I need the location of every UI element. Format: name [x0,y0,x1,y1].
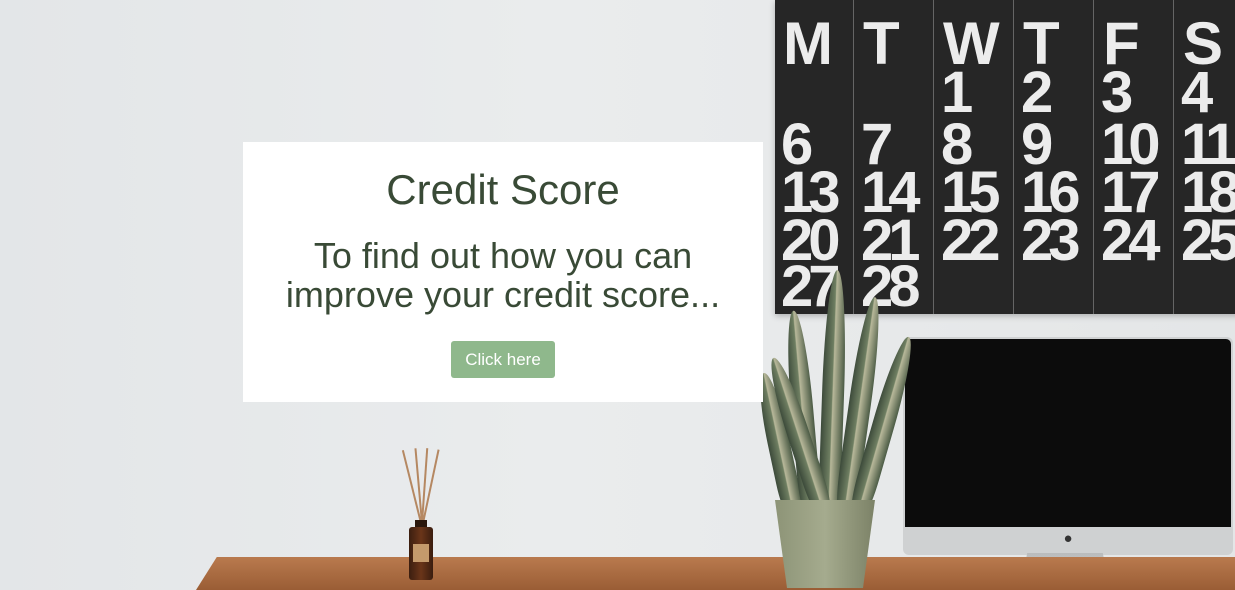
calendar-poster: M 6 13 20 27 T 7 14 21 28 W 1 8 15 22 T … [775,0,1235,316]
calendar-column-wednesday: W 1 8 15 22 [935,0,1014,314]
calendar-day-label: M [783,10,833,77]
plant-pot [775,500,875,588]
desktop-monitor: ● [903,337,1233,555]
calendar-column-friday: F 3 10 17 24 [1095,0,1174,314]
diffuser-label [413,544,429,562]
calendar-day-label: T [863,10,900,77]
monitor-screen [905,339,1231,527]
calendar-date: 27 [781,254,841,319]
card-title: Credit Score [386,166,620,213]
click-here-button[interactable]: Click here [451,341,555,378]
diffuser-bottle [409,527,433,580]
calendar-column-monday: M 6 13 20 27 [775,0,854,316]
calendar-column-thursday: T 2 9 16 23 [1015,0,1094,314]
calendar-date: 1 [941,60,973,125]
calendar-column-tuesday: T 7 14 21 28 [855,0,934,316]
wooden-desk [196,557,1235,590]
calendar-date: 28 [861,254,921,319]
card-subtitle: To find out how you can improve your cre… [285,235,721,315]
calendar-date: 23 [1021,208,1081,273]
apple-logo-icon: ● [1063,530,1073,547]
credit-score-card: Credit Score To find out how you can imp… [243,142,763,402]
calendar-date: 2 [1021,60,1053,125]
calendar-column-saturday: S 4 11 18 25 [1175,0,1235,314]
calendar-date: 4 [1181,60,1213,125]
calendar-date: 24 [1101,208,1161,273]
calendar-date: 22 [941,208,1001,273]
calendar-date: 3 [1101,60,1133,125]
calendar-date: 25 [1181,208,1235,273]
